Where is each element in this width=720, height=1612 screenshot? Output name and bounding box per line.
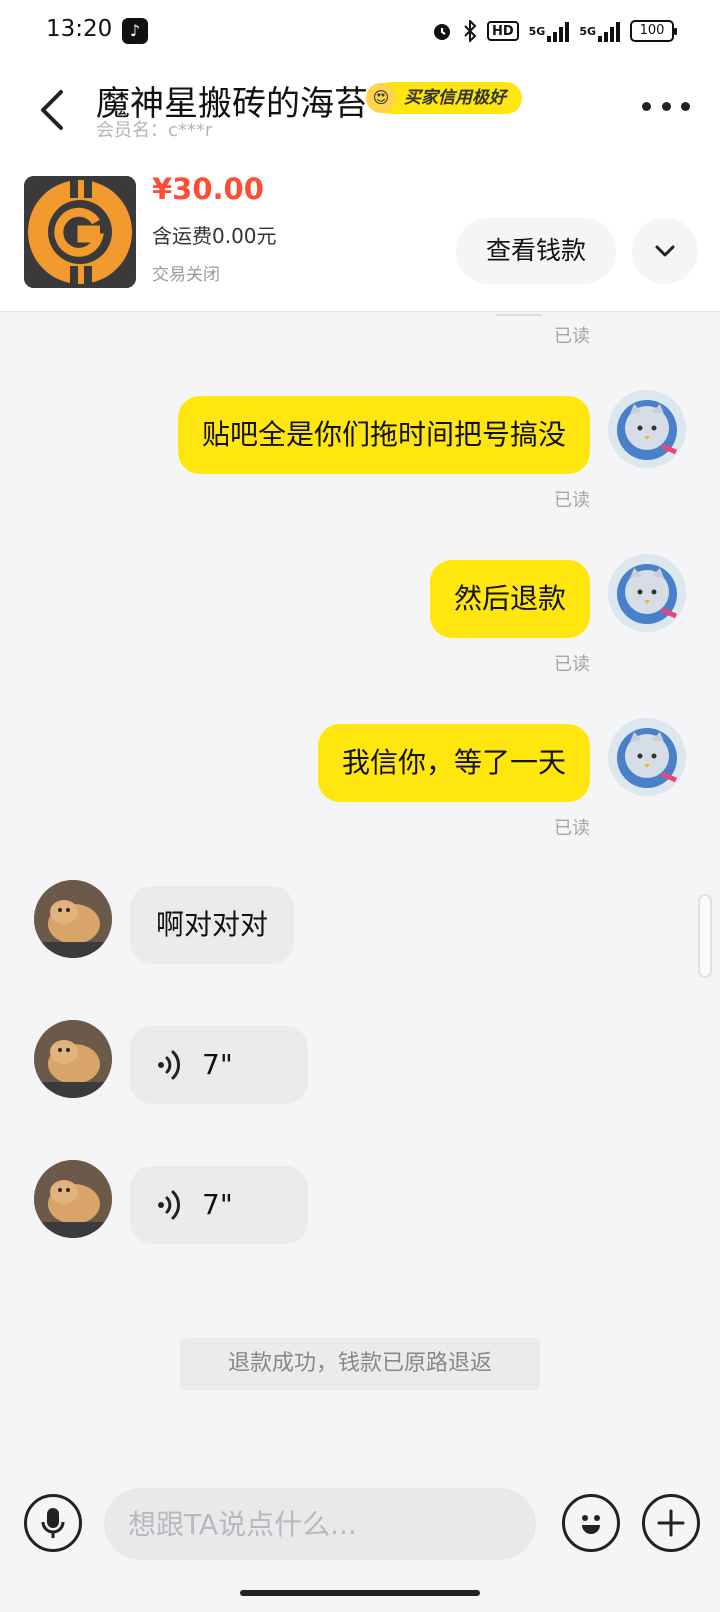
network-label-2: 5G — [579, 24, 596, 38]
avatar-me[interactable] — [608, 554, 686, 632]
status-time: 13:20 — [46, 16, 113, 42]
battery-icon: 100 — [630, 20, 677, 42]
read-receipt: 已读 — [554, 490, 590, 511]
back-button[interactable] — [32, 84, 72, 136]
emoji-icon — [582, 1515, 600, 1534]
status-icons: HD 5G 5G 100 — [431, 18, 677, 44]
g-coin-logo-icon — [24, 176, 136, 288]
cat-astronaut-avatar-icon — [608, 718, 686, 796]
signal-icon-1: 5G — [529, 18, 570, 44]
message-bubble-out[interactable]: 我信你，等了一天 — [317, 724, 590, 802]
dog-avatar-icon — [34, 1020, 112, 1098]
trade-status: 交易关闭 — [152, 265, 220, 285]
dog-avatar-icon — [34, 1160, 112, 1238]
voice-message-bubble[interactable]: 7" — [130, 1026, 308, 1104]
product-image[interactable] — [24, 176, 136, 288]
dog-avatar-icon — [34, 880, 112, 958]
view-money-button[interactable]: 查看钱款 — [456, 218, 616, 284]
emoji-button[interactable] — [562, 1494, 620, 1552]
mic-icon — [41, 1508, 65, 1538]
plus-icon — [657, 1509, 685, 1537]
voice-duration: 7" — [202, 1048, 233, 1081]
credit-badge-label: 买家信用极好 — [404, 88, 506, 108]
avatar-me[interactable] — [608, 390, 686, 468]
signal-icon-2: 5G — [579, 18, 620, 44]
voice-wave-icon — [158, 1050, 180, 1080]
more-actions-button[interactable] — [642, 1494, 700, 1552]
alarm-icon — [431, 18, 453, 44]
message-bubble-out[interactable]: 然后退款 — [429, 560, 590, 638]
more-button[interactable] — [642, 94, 690, 118]
avatar-me[interactable] — [608, 718, 686, 796]
avatar-them[interactable] — [34, 1020, 112, 1098]
tiktok-icon: ♪ — [122, 18, 148, 44]
chevron-down-icon — [655, 245, 675, 257]
chat-header: 魔神星搬砖的海苔 😍 买家信用极好 会员名：c***r ¥30.00 含运费0.… — [0, 64, 720, 312]
more-dots-icon — [642, 101, 651, 111]
voice-wave-icon — [158, 1190, 180, 1220]
voice-duration: 7" — [202, 1188, 233, 1221]
read-receipt: 已读 — [554, 326, 590, 347]
message-bubble-in[interactable]: 啊对对对 — [130, 886, 295, 964]
read-receipt: 已读 — [554, 818, 590, 839]
status-bar: 13:20 ♪ HD 5G 5G 100 — [0, 0, 720, 64]
voice-message-bubble[interactable]: 7" — [130, 1166, 308, 1244]
voice-input-button[interactable] — [24, 1494, 82, 1552]
message-bubble-out[interactable]: 贴吧全是你们拖时间把号搞没 — [177, 396, 590, 474]
product-price: ¥30.00 — [152, 172, 264, 206]
scrollbar-thumb[interactable] — [698, 894, 712, 978]
avatar-them[interactable] — [34, 880, 112, 958]
bluetooth-icon — [463, 18, 477, 44]
hd-icon: HD — [486, 21, 519, 41]
system-message: 退款成功，钱款已原路退返 — [180, 1338, 540, 1390]
read-receipt: 已读 — [554, 654, 590, 675]
credit-badge: 😍 买家信用极好 — [366, 82, 522, 114]
chat-area[interactable]: 已读 贴吧全是你们拖时间把号搞没 已读 然后退款 已读 我信你，等了一天 已读 … — [0, 312, 720, 1472]
message-input[interactable] — [104, 1488, 536, 1560]
chevron-left-icon — [41, 90, 63, 130]
input-bar — [0, 1472, 720, 1612]
network-label-1: 5G — [528, 24, 546, 38]
member-id: 会员名：c***r — [96, 120, 213, 141]
shipping-info: 含运费0.00元 — [152, 224, 277, 248]
heart-eyes-icon: 😍 — [366, 83, 396, 113]
cat-astronaut-avatar-icon — [608, 390, 686, 468]
expand-button[interactable] — [632, 218, 698, 284]
home-indicator[interactable] — [240, 1590, 480, 1596]
cat-astronaut-avatar-icon — [608, 554, 686, 632]
avatar-them[interactable] — [34, 1160, 112, 1238]
